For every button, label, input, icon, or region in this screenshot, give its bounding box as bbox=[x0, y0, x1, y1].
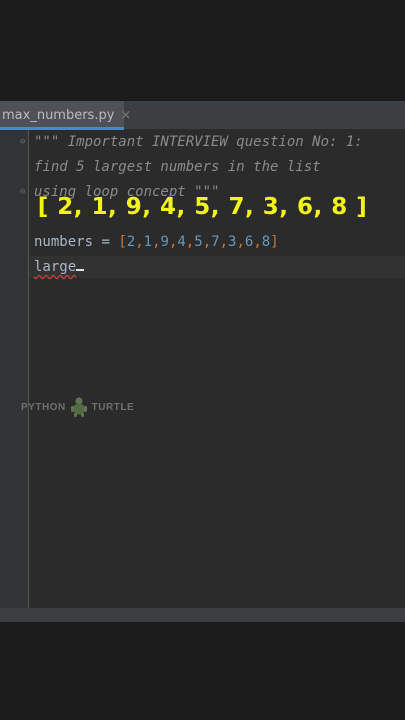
watermark: PYTHON TURTLE bbox=[21, 396, 134, 418]
list-element: 9 bbox=[160, 234, 169, 250]
status-bar bbox=[0, 608, 405, 622]
list-overlay-caption: [ 2, 1, 9, 4, 5, 7, 3, 6, 8 ] bbox=[37, 194, 368, 220]
close-bracket: ] bbox=[270, 234, 279, 250]
tab-max-numbers[interactable]: max_numbers.py × bbox=[0, 101, 131, 130]
comma: , bbox=[135, 234, 144, 250]
text-caret bbox=[76, 269, 85, 271]
variable-name: numbers bbox=[34, 234, 94, 250]
editor-tab-strip: max_numbers.py × bbox=[0, 101, 405, 130]
code-line-1[interactable]: """ Important INTERVIEW question No: 1: bbox=[34, 132, 363, 152]
comma: , bbox=[185, 234, 195, 250]
current-line-highlight bbox=[29, 256, 405, 278]
comma: , bbox=[152, 234, 161, 250]
assign-operator: = bbox=[93, 234, 119, 250]
turtle-icon bbox=[70, 397, 87, 417]
list-element: 5 bbox=[194, 234, 203, 250]
comma: , bbox=[202, 234, 212, 250]
bottom-dark-area bbox=[0, 622, 405, 720]
code-line-2[interactable]: find 5 largest numbers in the list bbox=[34, 157, 321, 177]
open-bracket: [ bbox=[118, 234, 127, 250]
typed-text: large bbox=[34, 259, 77, 275]
code-line-6[interactable]: large bbox=[34, 257, 85, 277]
list-element: 4 bbox=[177, 234, 186, 250]
list-element: 2 bbox=[126, 234, 136, 250]
top-dark-area bbox=[0, 0, 405, 101]
close-icon[interactable]: × bbox=[120, 108, 131, 123]
watermark-right-text: TURTLE bbox=[91, 401, 135, 413]
comma: , bbox=[236, 234, 245, 250]
code-line-5[interactable]: numbers = [2,1,9,4,5,7,3,6,8] bbox=[34, 232, 279, 252]
watermark-left-text: PYTHON bbox=[21, 401, 66, 413]
fold-start-icon[interactable]: ⊖ bbox=[20, 137, 30, 147]
comma: , bbox=[219, 234, 228, 250]
comma: , bbox=[253, 234, 262, 250]
tab-label: max_numbers.py bbox=[2, 107, 115, 123]
list-element: 7 bbox=[211, 234, 220, 250]
list-element: 1 bbox=[143, 234, 153, 250]
list-element: 8 bbox=[261, 234, 271, 250]
